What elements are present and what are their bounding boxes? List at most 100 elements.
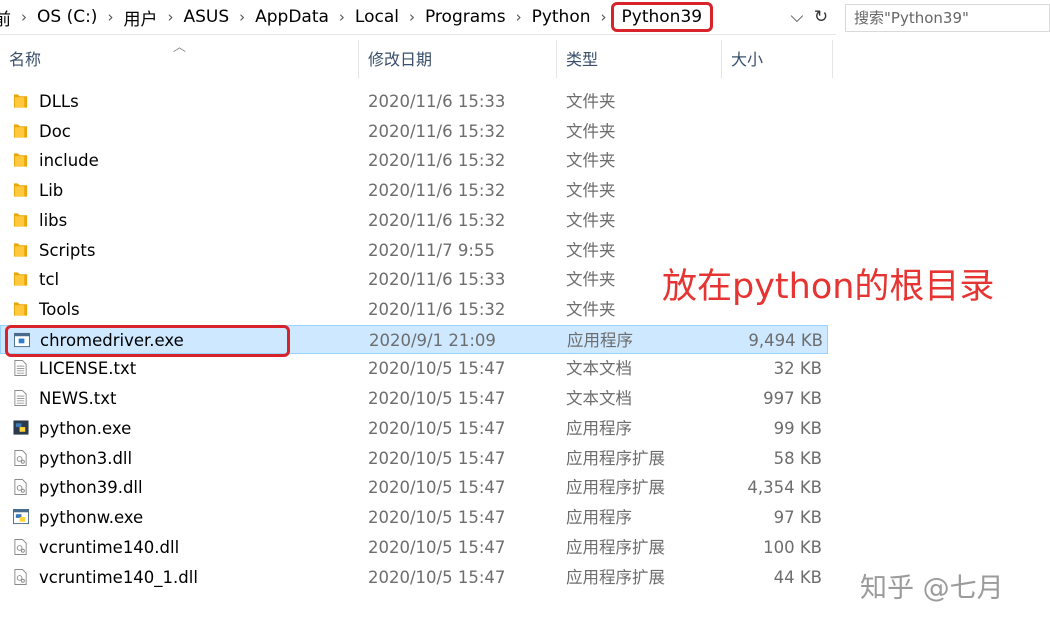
file-size: 9,494 KB	[748, 330, 823, 350]
file-size: 99 KB	[773, 418, 822, 438]
file-type: 应用程序	[567, 330, 633, 350]
file-type: 文件夹	[566, 181, 616, 201]
file-date: 2020/11/6 15:33	[368, 92, 506, 111]
file-name: python3.dll	[39, 448, 133, 468]
file-date: 2020/11/6 15:32	[368, 210, 506, 230]
highlight-box	[5, 325, 290, 357]
folder-icon	[13, 124, 28, 138]
file-date: 2020/10/5 15:47	[368, 359, 506, 379]
file-name: include	[39, 151, 99, 171]
chevron-right-icon[interactable]: ›	[99, 8, 121, 26]
file-type: 文件夹	[566, 210, 616, 230]
file-row[interactable]: vcruntime140.dll 2020/10/5 15:47 应用程序扩展 100…	[0, 533, 840, 563]
file-name: Tools	[39, 300, 80, 320]
refresh-icon[interactable]: ↻	[809, 0, 833, 34]
file-size: 44 KB	[773, 567, 822, 587]
chevron-right-icon[interactable]: ›	[159, 8, 181, 26]
breadcrumb-current-folder[interactable]: Python39	[610, 2, 714, 32]
history-dropdown-icon[interactable]: ⌵	[787, 0, 807, 34]
folder-icon	[13, 94, 28, 108]
address-bar[interactable]: 前 › OS (C:) › 用户 › ASUS › AppData › Loca…	[0, 0, 836, 35]
file-date: 2020/11/6 15:32	[368, 181, 506, 201]
file-name: pythonw.exe	[39, 508, 144, 528]
column-header-size[interactable]: 大小	[723, 40, 833, 78]
file-date: 2020/11/7 9:55	[368, 240, 495, 260]
file-row[interactable]: python3.dll 2020/10/5 15:47 应用程序扩展 58 KB	[0, 444, 840, 474]
file-date: 2020/11/6 15:32	[368, 300, 506, 320]
file-date: 2020/10/5 15:47	[368, 389, 506, 409]
breadcrumb-item[interactable]: Programs	[423, 7, 508, 27]
chevron-right-icon[interactable]: ›	[401, 8, 423, 26]
breadcrumb-item[interactable]: OS (C:)	[35, 7, 99, 27]
file-name: Doc	[39, 121, 71, 141]
file-type: 文件夹	[566, 151, 616, 171]
file-name: vcruntime140_1.dll	[39, 567, 198, 587]
file-row[interactable]: Lib 2020/11/6 15:32 文件夹	[0, 176, 840, 206]
search-input[interactable]: 搜索"Python39"	[845, 4, 1050, 32]
dll-file-icon	[14, 538, 27, 555]
file-date: 2020/10/5 15:47	[368, 478, 506, 498]
file-row[interactable]: DLLs 2020/11/6 15:33 文件夹	[0, 87, 840, 117]
file-row[interactable]: python.exe 2020/10/5 15:47 应用程序 99 KB	[0, 414, 840, 444]
file-row[interactable]: Doc 2020/11/6 15:32 文件夹	[0, 117, 840, 147]
text-file-icon	[14, 390, 27, 407]
watermark: 知乎 @七月	[860, 573, 1004, 604]
folder-icon	[13, 153, 28, 168]
file-type: 应用程序扩展	[566, 567, 665, 587]
file-type: 文本文档	[566, 359, 632, 379]
annotation-text: 放在python的根目录	[662, 267, 995, 307]
file-row[interactable]: python39.dll 2020/10/5 15:47 应用程序扩展 4,354 K…	[0, 473, 840, 503]
folder-icon	[13, 243, 28, 257]
file-date: 2020/11/6 15:32	[368, 121, 506, 141]
file-type: 应用程序	[566, 508, 632, 528]
column-header-name[interactable]: 名称	[0, 40, 359, 78]
file-date: 2020/10/5 15:47	[368, 537, 506, 557]
column-header-date[interactable]: 修改日期	[360, 40, 557, 78]
file-row[interactable]: include 2020/11/6 15:32 文件夹	[0, 146, 840, 176]
chevron-right-icon[interactable]: ›	[13, 8, 35, 26]
folder-icon	[13, 213, 28, 227]
file-type: 文件夹	[566, 240, 616, 260]
file-type: 文件夹	[566, 300, 616, 320]
file-row[interactable]: NEWS.txt 2020/10/5 15:47 文本文档 997 KB	[0, 384, 840, 414]
chevron-right-icon[interactable]: ›	[231, 8, 253, 26]
chevron-right-icon[interactable]: ›	[508, 8, 530, 26]
file-name: tcl	[39, 270, 60, 290]
breadcrumb-item[interactable]: 前	[0, 5, 13, 30]
chevron-right-icon[interactable]: ›	[331, 8, 353, 26]
breadcrumb: 前 › OS (C:) › 用户 › ASUS › AppData › Loca…	[0, 0, 714, 34]
breadcrumb-item[interactable]: AppData	[253, 7, 331, 27]
dll-file-icon	[14, 449, 27, 466]
search-placeholder: 搜索"Python39"	[854, 9, 969, 27]
file-date: 2020/11/6 15:33	[368, 270, 506, 290]
file-name: LICENSE.txt	[39, 359, 137, 379]
file-name: Lib	[39, 181, 64, 201]
breadcrumb-item[interactable]: ASUS	[181, 7, 231, 27]
breadcrumb-item[interactable]: 用户	[121, 5, 159, 30]
file-date: 2020/10/5 15:47	[368, 418, 506, 438]
file-type: 应用程序	[566, 418, 632, 438]
file-row[interactable]: libs 2020/11/6 15:32 文件夹	[0, 206, 840, 236]
file-date: 2020/11/6 15:32	[368, 151, 506, 171]
file-type: 文件夹	[566, 270, 616, 290]
file-name: NEWS.txt	[39, 389, 117, 409]
python-exe-icon	[13, 420, 29, 435]
file-size: 997 KB	[763, 389, 822, 409]
file-row[interactable]: vcruntime140_1.dll 2020/10/5 15:47 应用程序扩展 4…	[0, 563, 840, 593]
breadcrumb-item[interactable]: Local	[353, 7, 401, 27]
file-type: 文件夹	[566, 92, 616, 111]
file-size: 4,354 KB	[747, 478, 822, 498]
file-row[interactable]: pythonw.exe 2020/10/5 15:47 应用程序 97 KB	[0, 503, 840, 533]
folder-icon	[13, 183, 28, 197]
column-header-type[interactable]: 类型	[558, 40, 722, 78]
dll-file-icon	[14, 568, 27, 585]
dll-file-icon	[14, 479, 27, 496]
file-name: libs	[39, 210, 68, 230]
file-size: 97 KB	[773, 508, 822, 528]
file-row[interactable]: LICENSE.txt 2020/10/5 15:47 文本文档 32 KB	[0, 354, 840, 384]
text-file-icon	[14, 360, 27, 377]
breadcrumb-item[interactable]: Python	[530, 7, 593, 27]
file-name: vcruntime140.dll	[39, 537, 180, 557]
file-size: 58 KB	[773, 448, 822, 468]
file-date: 2020/10/5 15:47	[368, 567, 506, 587]
